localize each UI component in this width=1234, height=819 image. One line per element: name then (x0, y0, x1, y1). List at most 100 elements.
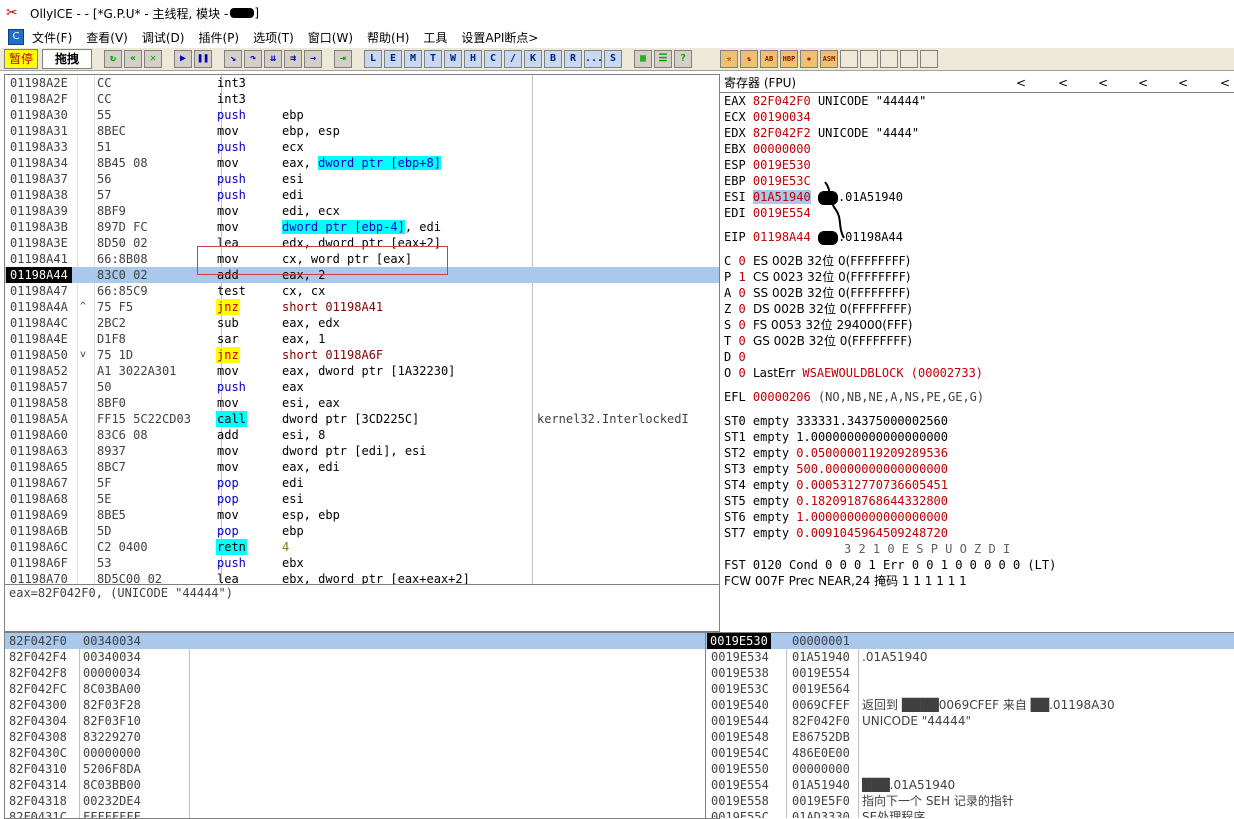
restart-icon[interactable]: « (124, 50, 142, 68)
disasm-row[interactable]: 01198A52 A1 3022A301 mov eax, dword ptr [1A… (5, 363, 719, 379)
flag-row[interactable]: A 0 SS 002B 32位 0(FFFFFFFF) (720, 285, 1234, 301)
stack-pane[interactable]: 0019E530 00000001 0019E534 01A51940 .01A5194… (705, 632, 1234, 818)
disasm-row[interactable]: 01198A67 5F pop edi (5, 475, 719, 491)
stack-row[interactable]: 0019E548 E86752DB (706, 729, 1234, 745)
registers-pane[interactable]: 寄存器 (FPU) < < < < < < EAX 82F042F0 UNICO… (719, 74, 1234, 632)
source-window-button[interactable]: S (604, 50, 622, 68)
empty-tool-button[interactable] (900, 50, 918, 68)
flag-value[interactable]: 0 (738, 254, 745, 268)
fpu-value[interactable]: 0.1820918768644332800 (796, 494, 948, 508)
plugin-tool-icon[interactable]: ⚒ (720, 50, 738, 68)
register-row[interactable]: EBX 00000000 (720, 141, 1234, 157)
menu-set-api-breakpoint[interactable]: 设置API断点> (461, 29, 538, 46)
list-icon[interactable]: ☰ (654, 50, 672, 68)
dump-row[interactable]: 82F042F8 00000034 (5, 665, 719, 681)
register-value[interactable]: 00190034 (753, 110, 811, 124)
disasm-row[interactable]: 01198A65 8BC7 mov eax, edi (5, 459, 719, 475)
disasm-row[interactable]: 01198A57 50 push eax (5, 379, 719, 395)
flag-row[interactable]: Z 0 DS 002B 32位 0(FFFFFFFF) (720, 301, 1234, 317)
disasm-row[interactable]: 01198A38 57 push edi (5, 187, 719, 203)
disasm-row[interactable]: 01198A60 83C6 08 add esi, 8 (5, 427, 719, 443)
drag-button[interactable]: 拖拽 (42, 49, 92, 69)
windows-window-button[interactable]: W (444, 50, 462, 68)
dump-row[interactable]: 82F04310 5206F8DA (5, 761, 719, 777)
plugin-sort-icon[interactable]: ⇅ (740, 50, 758, 68)
register-row[interactable]: EIP 01198A44 .01198A44 (720, 229, 1234, 245)
disasm-row[interactable]: 01198A68 5E pop esi (5, 491, 719, 507)
dump-row[interactable]: 82F042F0 00340034 (5, 633, 719, 649)
flag-value[interactable]: 0 (738, 350, 745, 364)
stack-row[interactable]: 0019E550 00000000 (706, 761, 1234, 777)
stack-row[interactable]: 0019E534 01A51940 .01A51940 (706, 649, 1234, 665)
memory-window-button[interactable]: M (404, 50, 422, 68)
disasm-row[interactable]: 01198A4A ^ 75 F5 jnz short 01198A41 (5, 299, 719, 315)
register-row[interactable]: ESI 01A51940 .01A51940 (720, 189, 1234, 205)
disasm-row[interactable]: 01198A5A FF15 5C22CD03 call dword ptr [3CD2… (5, 411, 719, 427)
disasm-row[interactable]: 01198A50 v 75 1D jnz short 01198A6F (5, 347, 719, 363)
grid-icon[interactable]: ▦ (634, 50, 652, 68)
handles-window-button[interactable]: H (464, 50, 482, 68)
dump-row[interactable]: 82F0430C 00000000 (5, 745, 719, 761)
fpu-row[interactable]: ST5 empty 0.1820918768644332800 (720, 493, 1234, 509)
register-row[interactable]: EDI 0019E554 (720, 205, 1234, 221)
execute-till-return-icon[interactable]: → (304, 50, 322, 68)
flag-value[interactable]: 0 (738, 366, 745, 380)
memory-dump-pane[interactable]: 82F042F0 00340034 82F042F4 00340034 82F042F8… (4, 632, 720, 819)
register-row[interactable]: ECX 00190034 (720, 109, 1234, 125)
empty-tool-button[interactable] (920, 50, 938, 68)
empty-tool-button[interactable] (860, 50, 878, 68)
dump-row[interactable]: 82F04314 8C03BB00 (5, 777, 719, 793)
disasm-row[interactable]: 01198A30 55 push ebp (5, 107, 719, 123)
register-row[interactable]: EDX 82F042F2 UNICODE "4444" (720, 125, 1234, 141)
close-icon[interactable]: ✕ (144, 50, 162, 68)
plugin-ab-icon[interactable]: AB (760, 50, 778, 68)
fpu-row[interactable]: ST2 empty 0.0500000119209289536 (720, 445, 1234, 461)
scroll-left-icon[interactable]: < (1016, 74, 1026, 92)
disasm-row[interactable]: 01198A58 8BF0 mov esi, eax (5, 395, 719, 411)
fpu-value[interactable]: 0.0500000119209289536 (796, 446, 948, 460)
stack-row[interactable]: 0019E530 00000001 (706, 633, 1234, 649)
flag-row[interactable]: S 0 FS 0053 32位 294000(FFF) (720, 317, 1234, 333)
disassembly-pane[interactable]: 01198A2E CC int3 01198A2F CC int3 01198A30 55 pu… (4, 74, 720, 586)
disasm-row[interactable]: 01198A3B 897D FC mov dword ptr [ebp-4], edi (5, 219, 719, 235)
patches-window-button[interactable]: / (504, 50, 522, 68)
register-value[interactable]: 01A51940 (752, 190, 811, 204)
threads-window-button[interactable]: T (424, 50, 442, 68)
flag-value[interactable]: 0 (738, 302, 745, 316)
stack-row[interactable]: 0019E544 82F042F0 UNICODE "44444" (706, 713, 1234, 729)
step-into-icon[interactable]: ↘ (224, 50, 242, 68)
modules-window-button[interactable]: E (384, 50, 402, 68)
fpu-value[interactable]: 1.0000000000000000000 (796, 430, 948, 444)
register-value[interactable]: 00000000 (753, 142, 811, 156)
stack-row[interactable]: 0019E554 01A51940 ███.01A51940 (706, 777, 1234, 793)
trace-into-icon[interactable]: ⇊ (264, 50, 282, 68)
help-icon[interactable]: ? (674, 50, 692, 68)
flag-value[interactable]: 0 (738, 318, 745, 332)
menu-help[interactable]: 帮助(H) (367, 29, 409, 46)
hbp-button[interactable]: HBP (780, 50, 798, 68)
fpu-row[interactable]: ST3 empty 500.00000000000000000 (720, 461, 1234, 477)
menu-debug[interactable]: 调试(D) (142, 29, 185, 46)
stack-row[interactable]: 0019E558 0019E5F0 指向下一个 SEH 记录的指针 (706, 793, 1234, 809)
asm-button[interactable]: ASM (820, 50, 838, 68)
flag-row[interactable]: T 0 GS 002B 32位 0(FFFFFFFF) (720, 333, 1234, 349)
disasm-row[interactable]: 01198A63 8937 mov dword ptr [edi], esi (5, 443, 719, 459)
disasm-row[interactable]: 01198A69 8BE5 mov esp, ebp (5, 507, 719, 523)
disasm-row[interactable]: 01198A47 66:85C9 test cx, cx (5, 283, 719, 299)
plugin-gear-icon[interactable]: ✱ (800, 50, 818, 68)
disasm-row[interactable]: 01198A4C 2BC2 sub eax, edx (5, 315, 719, 331)
run-icon[interactable]: ▶ (174, 50, 192, 68)
dump-row[interactable]: 82F042F4 00340034 (5, 649, 719, 665)
fpu-row[interactable]: ST1 empty 1.0000000000000000000 (720, 429, 1234, 445)
stack-row[interactable]: 0019E53C 0019E564 (706, 681, 1234, 697)
scroll-left-icon[interactable]: < (1138, 74, 1148, 92)
dump-row[interactable]: 82F0431C FFFFFFFF (5, 809, 719, 818)
flag-row[interactable]: C 0 ES 002B 32位 0(FFFFFFFF) (720, 253, 1234, 269)
disasm-row[interactable]: 01198A6F 53 push ebx (5, 555, 719, 571)
callstack-window-button[interactable]: K (524, 50, 542, 68)
menu-tools[interactable]: 工具 (423, 29, 447, 46)
flag-row[interactable]: P 1 CS 0023 32位 0(FFFFFFFF) (720, 269, 1234, 285)
register-value[interactable]: 01198A44 (753, 230, 811, 244)
trace-over-icon[interactable]: ⇉ (284, 50, 302, 68)
fpu-row[interactable]: ST6 empty 1.0000000000000000000 (720, 509, 1234, 525)
